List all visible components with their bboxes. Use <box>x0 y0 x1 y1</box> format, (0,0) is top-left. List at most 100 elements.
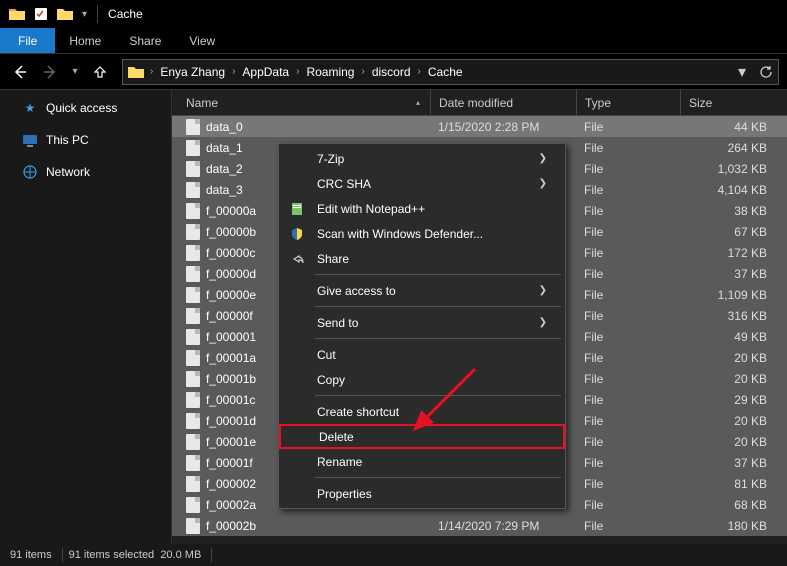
ribbon-tabs: File Home Share View <box>0 28 787 54</box>
file-icon <box>186 413 200 429</box>
breadcrumb-segment[interactable]: AppData <box>238 65 293 79</box>
table-row[interactable]: f_00002b1/14/2020 7:29 PMFile180 KB <box>172 515 787 536</box>
file-size: 20 KB <box>680 414 787 428</box>
file-icon <box>186 119 200 135</box>
file-type: File <box>576 351 680 365</box>
chevron-right-icon[interactable]: › <box>293 66 302 77</box>
table-row[interactable]: data_01/15/2020 2:28 PMFile44 KB <box>172 116 787 137</box>
file-icon <box>186 182 200 198</box>
file-size: 67 KB <box>680 225 787 239</box>
file-type: File <box>576 267 680 281</box>
chevron-right-icon[interactable]: › <box>358 66 367 77</box>
tab-share[interactable]: Share <box>115 28 175 53</box>
file-date: 1/14/2020 7:29 PM <box>430 519 576 533</box>
shield-icon <box>287 224 307 244</box>
sidebar-network[interactable]: Network <box>0 160 171 184</box>
ctx-properties[interactable]: Properties <box>279 481 565 506</box>
properties-icon[interactable] <box>30 3 52 25</box>
refresh-icon[interactable] <box>754 60 778 84</box>
sidebar-quick-access[interactable]: ★ Quick access <box>0 96 171 120</box>
ctx-crc-sha[interactable]: CRC SHA❯ <box>279 171 565 196</box>
file-size: 316 KB <box>680 309 787 323</box>
window-title: Cache <box>108 7 143 21</box>
file-name: data_3 <box>206 183 243 197</box>
chevron-right-icon[interactable]: › <box>229 66 238 77</box>
breadcrumb-segment[interactable]: Enya Zhang <box>156 65 229 79</box>
file-name: data_2 <box>206 162 243 176</box>
file-name: f_00001f <box>206 456 253 470</box>
ctx-scan-defender[interactable]: Scan with Windows Defender... <box>279 221 565 246</box>
file-icon <box>186 455 200 471</box>
recent-dropdown-icon[interactable]: ▾ <box>68 60 82 84</box>
back-button[interactable] <box>8 60 32 84</box>
breadcrumb-segment[interactable]: Cache <box>424 65 467 79</box>
ctx-copy[interactable]: Copy <box>279 367 565 392</box>
file-name: f_00002b <box>206 519 256 533</box>
file-icon <box>186 392 200 408</box>
file-icon <box>186 476 200 492</box>
file-date: 1/15/2020 2:28 PM <box>430 120 576 134</box>
file-type: File <box>576 225 680 239</box>
chevron-right-icon: ❯ <box>539 317 547 328</box>
file-name: data_1 <box>206 141 243 155</box>
file-type: File <box>576 183 680 197</box>
tab-view[interactable]: View <box>175 28 229 53</box>
file-name: f_00000a <box>206 204 256 218</box>
column-headers[interactable]: Name▴ Date modified Type Size <box>172 90 787 116</box>
breadcrumb-bar[interactable]: › Enya Zhang › AppData › Roaming › disco… <box>122 59 779 85</box>
file-icon <box>186 161 200 177</box>
file-name: f_00000b <box>206 225 256 239</box>
col-name[interactable]: Name▴ <box>172 96 430 110</box>
file-name: f_000001 <box>206 330 256 344</box>
file-type: File <box>576 519 680 533</box>
col-type[interactable]: Type <box>576 90 680 115</box>
file-size: 20 KB <box>680 372 787 386</box>
sort-asc-icon: ▴ <box>416 98 420 107</box>
ctx-cut[interactable]: Cut <box>279 342 565 367</box>
tab-file[interactable]: File <box>0 28 55 53</box>
file-type: File <box>576 477 680 491</box>
ctx-edit-notepad[interactable]: Edit with Notepad++ <box>279 196 565 221</box>
file-size: 37 KB <box>680 456 787 470</box>
file-icon <box>186 203 200 219</box>
file-icon <box>186 371 200 387</box>
up-button[interactable] <box>88 60 112 84</box>
breadcrumb-dropdown-icon[interactable]: ▾ <box>730 60 754 84</box>
file-name: f_00000f <box>206 309 253 323</box>
network-icon <box>22 164 38 180</box>
ctx-delete[interactable]: Delete <box>279 424 565 449</box>
file-icon <box>186 329 200 345</box>
forward-button[interactable] <box>38 60 62 84</box>
file-size: 37 KB <box>680 267 787 281</box>
ctx-share[interactable]: Share <box>279 246 565 271</box>
tab-home[interactable]: Home <box>55 28 115 53</box>
folder-icon[interactable] <box>6 3 28 25</box>
ctx-rename[interactable]: Rename <box>279 449 565 474</box>
sidebar: ★ Quick access This PC Network <box>0 90 172 544</box>
file-name: f_00001b <box>206 372 256 386</box>
chevron-right-icon: ❯ <box>539 153 547 164</box>
new-folder-icon[interactable] <box>54 3 76 25</box>
sidebar-label: Network <box>46 165 90 179</box>
col-size[interactable]: Size <box>680 90 787 115</box>
file-name: f_00001a <box>206 351 256 365</box>
file-size: 29 KB <box>680 393 787 407</box>
ctx-give-access[interactable]: Give access to❯ <box>279 278 565 303</box>
qat-dropdown-icon[interactable]: ▾ <box>78 9 91 20</box>
file-name: data_0 <box>206 120 243 134</box>
notepad-icon <box>287 199 307 219</box>
ctx-send-to[interactable]: Send to❯ <box>279 310 565 335</box>
ctx-create-shortcut[interactable]: Create shortcut <box>279 399 565 424</box>
context-menu: 7-Zip❯ CRC SHA❯ Edit with Notepad++ Scan… <box>278 143 566 509</box>
chevron-right-icon[interactable]: › <box>147 66 156 77</box>
file-icon <box>186 224 200 240</box>
ctx-7zip[interactable]: 7-Zip❯ <box>279 146 565 171</box>
breadcrumb-segment[interactable]: Roaming <box>302 65 358 79</box>
sidebar-this-pc[interactable]: This PC <box>0 128 171 152</box>
chevron-right-icon[interactable]: › <box>415 66 424 77</box>
file-size: 1,109 KB <box>680 288 787 302</box>
file-type: File <box>576 288 680 302</box>
col-date[interactable]: Date modified <box>430 90 576 115</box>
file-size: 1,032 KB <box>680 162 787 176</box>
breadcrumb-segment[interactable]: discord <box>368 65 415 79</box>
